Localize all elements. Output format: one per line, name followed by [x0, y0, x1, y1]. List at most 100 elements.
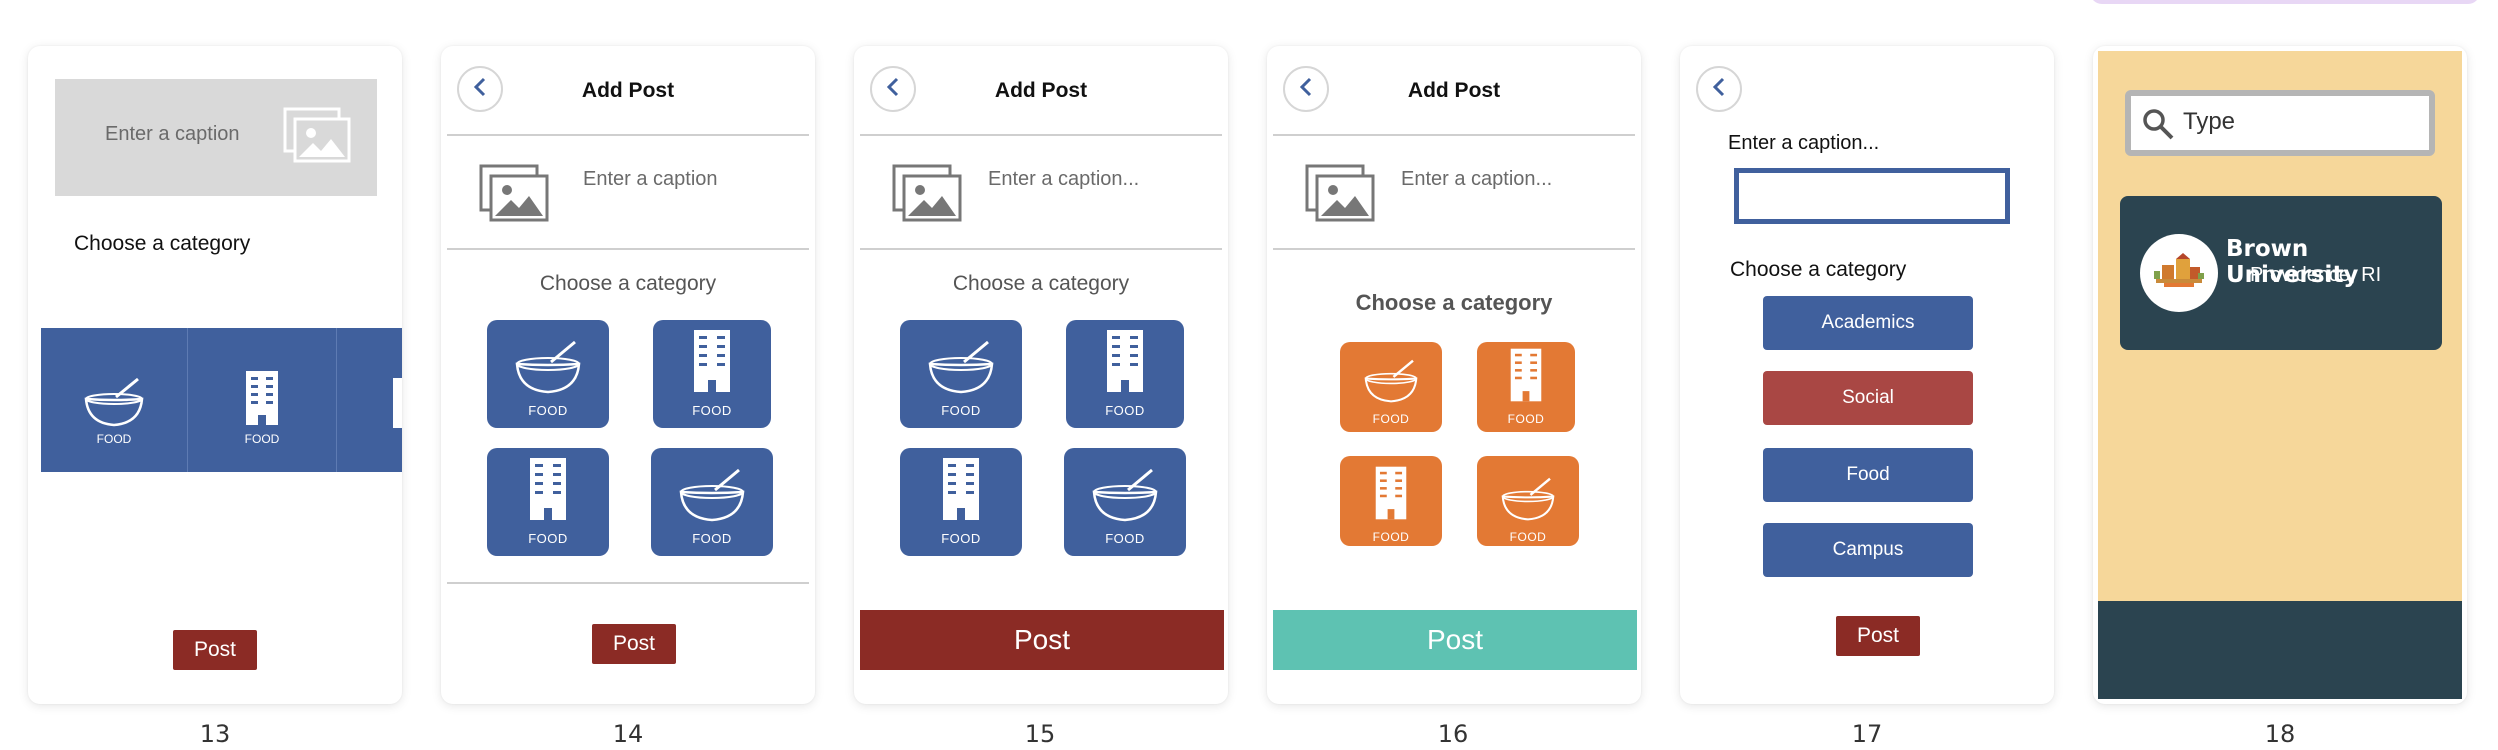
caption-label: Enter a caption...	[1728, 132, 1880, 154]
screen-18: Type Brown University Providence, RI	[2093, 46, 2467, 704]
category-tile-food[interactable]: FOOD	[1340, 456, 1442, 546]
category-tile-food[interactable]: FOOD	[1064, 448, 1186, 556]
screen-number: 17	[1851, 720, 1883, 748]
university-card[interactable]: Brown University Providence, RI	[2120, 196, 2442, 350]
divider	[1273, 134, 1635, 136]
tile-label: FOOD	[941, 531, 981, 546]
category-tile-food[interactable]: FOOD	[1066, 320, 1184, 428]
building-icon	[1103, 328, 1147, 403]
screen-number: 14	[612, 720, 644, 748]
category-carousel[interactable]: FOOD FOOD	[41, 328, 402, 472]
image-icon	[479, 164, 551, 229]
chevron-left-icon	[1712, 77, 1726, 102]
category-tile-food[interactable]: FOOD	[900, 320, 1022, 428]
category-label: Choose a category	[952, 272, 1130, 295]
building-icon	[526, 456, 570, 531]
tile-label: FOOD	[1507, 412, 1545, 426]
carousel-item-partial[interactable]	[337, 328, 402, 472]
post-button[interactable]: Post	[1273, 610, 1637, 670]
bowl-icon	[677, 468, 747, 531]
divider	[1273, 248, 1635, 250]
tile-label: FOOD	[1372, 412, 1410, 426]
post-button[interactable]: Post	[592, 624, 676, 664]
search-placeholder: Type	[2183, 108, 2236, 135]
bowl-icon	[82, 377, 146, 432]
screen-15: Add Post Enter a caption... Choose a cat…	[854, 46, 1228, 704]
tile-label: FOOD	[1105, 403, 1145, 418]
tile-label: FOOD	[1372, 530, 1410, 544]
category-button-campus[interactable]: Campus	[1763, 523, 1973, 577]
dark-footer	[2098, 601, 2462, 699]
top-right-tab	[2090, 0, 2480, 4]
screen-14: Add Post Enter a caption Choose a catego…	[441, 46, 815, 704]
caption-input[interactable]: Enter a caption...	[988, 168, 1139, 191]
category-tile-food[interactable]: FOOD	[1477, 342, 1575, 432]
university-location: Providence, RI	[2250, 264, 2382, 286]
image-icon	[1305, 164, 1377, 229]
bowl-icon	[513, 340, 583, 403]
screen-number: 18	[2264, 720, 2296, 748]
bowl-icon	[926, 340, 996, 403]
category-button-food[interactable]: Food	[1763, 448, 1973, 502]
bowl-icon	[1090, 468, 1160, 531]
category-tile-food[interactable]: FOOD	[651, 448, 773, 556]
carousel-item[interactable]: FOOD	[41, 328, 188, 472]
category-button-social[interactable]: Social	[1763, 371, 1973, 425]
building-icon	[1507, 347, 1545, 412]
divider	[447, 582, 809, 584]
screen-16: Add Post Enter a caption... Choose a cat…	[1267, 46, 1641, 704]
category-tile-food[interactable]: FOOD	[653, 320, 771, 428]
caption-input[interactable]	[1734, 168, 2010, 224]
caption-box[interactable]: Enter a caption	[55, 79, 377, 196]
category-label: Choose a category	[1730, 258, 1907, 281]
building-icon	[240, 369, 284, 432]
tile-label: FOOD	[1105, 531, 1145, 546]
screen-number: 13	[199, 720, 231, 748]
building-icon	[1372, 465, 1410, 530]
tile-label: FOOD	[528, 531, 568, 546]
category-tile-food[interactable]: FOOD	[1477, 456, 1579, 546]
category-tile-food[interactable]: FOOD	[487, 320, 609, 428]
category-tile-food[interactable]: FOOD	[1340, 342, 1442, 432]
category-label: Choose a category	[74, 232, 251, 255]
screen-13: Enter a caption Choose a category FOOD F…	[28, 46, 402, 704]
divider	[447, 134, 809, 136]
caption-input[interactable]: Enter a caption...	[1401, 168, 1552, 191]
screen-number: 15	[1024, 720, 1056, 748]
category-button-academics[interactable]: Academics	[1763, 296, 1973, 350]
search-bar[interactable]: Type	[2125, 90, 2435, 156]
building-icon	[939, 456, 983, 531]
university-logo	[2140, 234, 2218, 312]
post-button[interactable]: Post	[860, 610, 1224, 670]
carousel-item[interactable]: FOOD	[188, 328, 337, 472]
category-label: Choose a category	[1355, 290, 1553, 315]
bowl-icon	[1499, 477, 1557, 530]
image-icon	[892, 164, 964, 229]
divider	[860, 134, 1222, 136]
category-label: Choose a category	[539, 272, 717, 295]
tile-label: FOOD	[692, 403, 732, 418]
screen-number: 16	[1437, 720, 1469, 748]
tile-label: FOOD	[1509, 530, 1547, 544]
back-button[interactable]	[1696, 66, 1742, 112]
category-tile-food[interactable]: FOOD	[487, 448, 609, 556]
building-icon	[690, 328, 734, 403]
caption-input[interactable]: Enter a caption	[583, 168, 718, 191]
image-icon	[283, 107, 353, 170]
carousel-item-label: FOOD	[244, 432, 280, 446]
screen-17: Enter a caption... Choose a category Aca…	[1680, 46, 2054, 704]
divider	[447, 248, 809, 250]
page-title: Add Post	[1407, 79, 1501, 102]
divider	[860, 248, 1222, 250]
category-tile-food[interactable]: FOOD	[900, 448, 1022, 556]
tile-label: FOOD	[941, 403, 981, 418]
caption-placeholder: Enter a caption	[105, 123, 240, 145]
tile-label: FOOD	[528, 403, 568, 418]
tile-label: FOOD	[692, 531, 732, 546]
bowl-icon	[1362, 359, 1420, 412]
page-title: Add Post	[994, 79, 1088, 102]
post-button[interactable]: Post	[1836, 616, 1920, 656]
page-title: Add Post	[581, 79, 675, 102]
post-button[interactable]: Post	[173, 630, 257, 670]
carousel-item-label: FOOD	[96, 432, 132, 446]
